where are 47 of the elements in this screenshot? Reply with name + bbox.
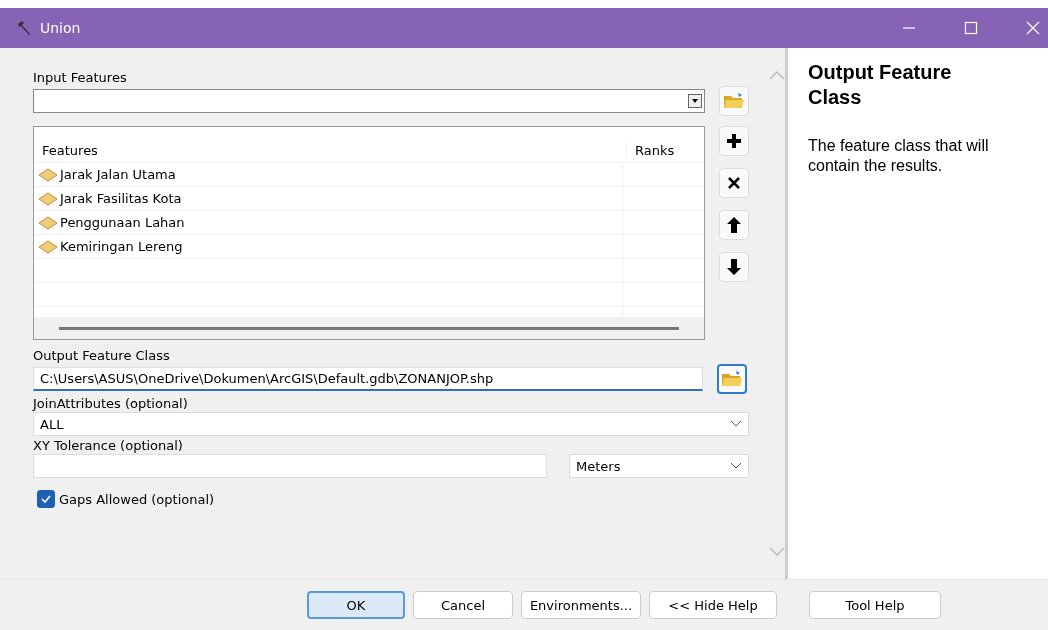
close-icon (728, 177, 740, 189)
field-label: Input Features (33, 70, 128, 86)
chevron-down-icon (730, 462, 742, 470)
add-button[interactable] (719, 126, 749, 156)
folder-icon (721, 370, 743, 388)
checkmark-icon (40, 493, 52, 505)
help-text: The feature class that will contain the results. (808, 136, 990, 176)
layer-icon (38, 167, 58, 182)
close-icon[interactable] (1026, 21, 1040, 35)
unit-dropdown[interactable]: Meters (569, 454, 749, 478)
xy-tolerance-field[interactable] (33, 454, 547, 478)
move-up-button[interactable] (719, 210, 749, 240)
table-cell[interactable]: Penggunaan Lahan (60, 215, 185, 230)
hammer-icon (16, 20, 32, 36)
column-header: Ranks (634, 143, 676, 158)
chevron-down-icon (730, 420, 742, 428)
remove-button[interactable] (719, 168, 749, 198)
table-cell[interactable]: Jarak Fasilitas Kota (60, 191, 182, 206)
maximize-icon[interactable] (964, 21, 978, 35)
folder-icon (723, 92, 745, 110)
window-title: Union (40, 20, 81, 36)
join-attributes-dropdown[interactable]: ALL (33, 412, 749, 436)
dialog-button[interactable]: << Hide Help (649, 591, 777, 619)
layer-icon (38, 191, 58, 206)
field-label: JoinAttributes (optional) (33, 396, 189, 412)
help-title: Output Feature Class (808, 60, 953, 110)
column-header: Features (34, 143, 627, 158)
dialog-button[interactable]: Tool Help (809, 591, 941, 619)
dialog-button[interactable]: Environments... (521, 591, 641, 619)
field-label: Output Feature Class (33, 348, 171, 364)
layer-icon (38, 215, 58, 230)
input-features-field[interactable] (33, 89, 705, 113)
checkbox[interactable] (37, 490, 55, 508)
scroll-bar[interactable] (34, 317, 704, 339)
table-cell[interactable]: Kemiringan Lereng (60, 239, 183, 254)
field-label: XY Tolerance (optional) (33, 438, 184, 454)
dialog-button[interactable]: Cancel (413, 591, 513, 619)
table-cell[interactable]: Jarak Jalan Utama (60, 167, 176, 182)
plus-icon (726, 133, 742, 149)
layer-icon (38, 239, 58, 254)
move-down-button[interactable] (719, 252, 749, 282)
browse-button[interactable] (717, 364, 747, 394)
up-arrow-icon (727, 217, 741, 233)
dialog-button[interactable]: OK (307, 591, 405, 619)
output-path-field[interactable]: C:\Users\ASUS\OneDrive\Dokumen\ArcGIS\Default.gdb\ZONANJOP.shp (33, 367, 703, 391)
down-arrow-icon (727, 259, 741, 275)
checkbox-label: Gaps Allowed (optional) (59, 491, 215, 507)
